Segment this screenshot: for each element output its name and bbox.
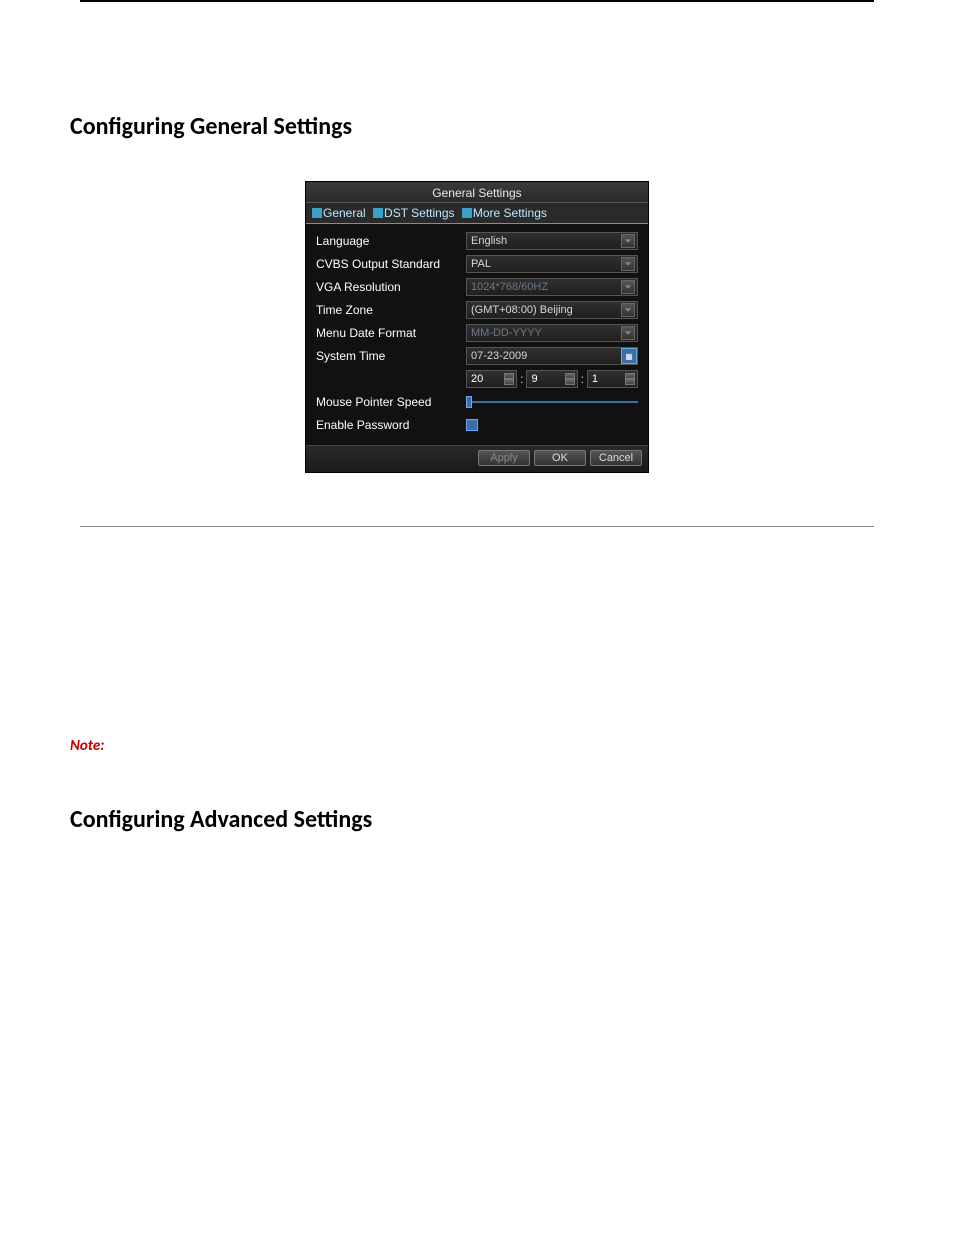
enable-password-checkbox[interactable] — [466, 419, 478, 431]
dialog-tabs: General DST Settings More Settings — [306, 203, 648, 224]
tab-icon — [462, 208, 472, 218]
select-value: MM-DD-YYYY — [471, 327, 542, 339]
select-value: 1024*768/60HZ — [471, 281, 548, 293]
chevron-down-icon — [621, 234, 635, 248]
cancel-button[interactable]: Cancel — [590, 450, 642, 466]
label-cvbs: CVBS Output Standard — [316, 257, 466, 271]
chevron-down-icon — [621, 280, 635, 294]
stepper-icon — [625, 373, 635, 385]
stepper-icon — [565, 373, 575, 385]
label-language: Language — [316, 234, 466, 248]
minute-spinner[interactable]: 9 — [526, 370, 577, 388]
calendar-icon[interactable]: ▦ — [621, 348, 637, 364]
select-value: English — [471, 235, 507, 247]
hour-spinner[interactable]: 20 — [466, 370, 517, 388]
label-vga: VGA Resolution — [316, 280, 466, 294]
second-value: 1 — [592, 373, 598, 385]
chevron-down-icon — [621, 303, 635, 317]
select-vga[interactable]: 1024*768/60HZ — [466, 278, 638, 296]
label-system-time: System Time — [316, 349, 466, 363]
dialog-title: General Settings — [306, 182, 648, 203]
note-heading: Note: — [70, 737, 884, 755]
tab-general[interactable]: General — [310, 205, 368, 221]
tab-icon — [312, 208, 322, 218]
select-language[interactable]: English — [466, 232, 638, 250]
slider-thumb[interactable] — [466, 396, 472, 408]
hour-value: 20 — [471, 373, 483, 385]
general-settings-dialog: General Settings General DST Settings Mo… — [305, 181, 649, 473]
stepper-icon — [504, 373, 514, 385]
second-spinner[interactable]: 1 — [587, 370, 638, 388]
time-sep: : — [519, 372, 524, 386]
label-timezone: Time Zone — [316, 303, 466, 317]
tab-label: More Settings — [473, 206, 547, 220]
ok-button[interactable]: OK — [534, 450, 586, 466]
chevron-down-icon — [621, 326, 635, 340]
select-cvbs[interactable]: PAL — [466, 255, 638, 273]
tab-dst-settings[interactable]: DST Settings — [371, 205, 456, 221]
heading-configuring-advanced: Configuring Advanced Settings — [70, 805, 884, 834]
tab-label: General — [323, 206, 366, 220]
label-date-format: Menu Date Format — [316, 326, 466, 340]
label-mouse-speed: Mouse Pointer Speed — [316, 395, 466, 409]
apply-button[interactable]: Apply — [478, 450, 530, 466]
figure-caption — [70, 481, 884, 496]
tab-icon — [373, 208, 383, 218]
mouse-speed-slider[interactable] — [466, 393, 638, 411]
time-sep: : — [580, 372, 585, 386]
horizontal-rule — [80, 526, 874, 527]
select-value: PAL — [471, 258, 491, 270]
select-timezone[interactable]: (GMT+08:00) Beijing — [466, 301, 638, 319]
tab-more-settings[interactable]: More Settings — [460, 205, 549, 221]
heading-configuring-general: Configuring General Settings — [70, 112, 884, 141]
minute-value: 9 — [531, 373, 537, 385]
chevron-down-icon — [621, 257, 635, 271]
date-value: 07-23-2009 — [471, 350, 527, 362]
select-value: (GMT+08:00) Beijing — [471, 304, 573, 316]
date-field[interactable]: 07-23-2009 ▦ — [466, 347, 638, 365]
select-date-format[interactable]: MM-DD-YYYY — [466, 324, 638, 342]
tab-label: DST Settings — [384, 206, 454, 220]
label-enable-password: Enable Password — [316, 418, 466, 432]
